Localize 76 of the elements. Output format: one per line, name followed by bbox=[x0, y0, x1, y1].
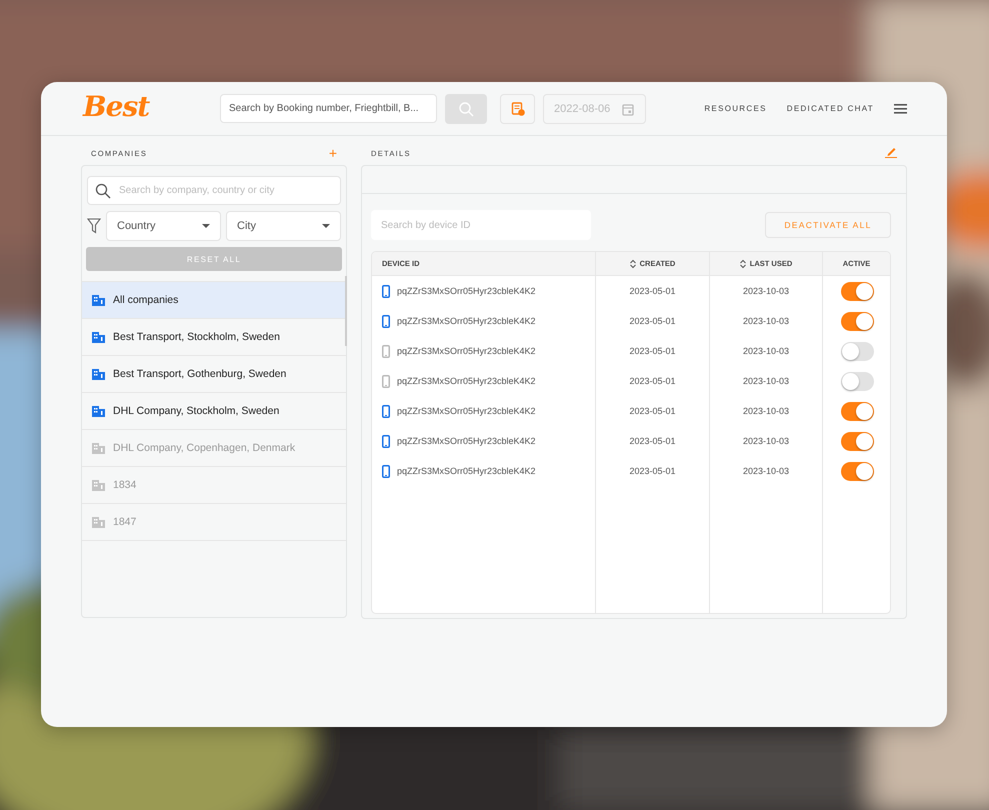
table-cell: pqZZrS3MxSOrr05Hyr23cbleK4K2 bbox=[397, 436, 536, 446]
phone-icon bbox=[382, 434, 390, 448]
sort-icon bbox=[740, 258, 746, 268]
calendar-icon bbox=[622, 102, 634, 116]
company-name: Best Transport, Gothenburg, Sweden bbox=[113, 368, 286, 380]
table-cell: 2023-05-01 bbox=[596, 306, 710, 336]
building-icon bbox=[92, 368, 105, 380]
caret-icon bbox=[202, 224, 210, 228]
report-button[interactable] bbox=[500, 94, 535, 124]
company-item[interactable]: All companies bbox=[82, 282, 346, 319]
date-field[interactable]: 2022-08-06 bbox=[543, 94, 646, 124]
toggle-switch[interactable] bbox=[840, 282, 874, 300]
table-cell: pqZZrS3MxSOrr05Hyr23cbleK4K2 bbox=[397, 466, 536, 476]
building-icon bbox=[92, 479, 105, 491]
edit-button[interactable] bbox=[885, 146, 897, 160]
logo: Best bbox=[83, 90, 151, 123]
building-icon bbox=[92, 516, 105, 528]
nav-link[interactable]: RESOURCES bbox=[704, 104, 767, 113]
phone-icon bbox=[382, 374, 390, 388]
building-icon bbox=[92, 294, 105, 306]
company-name: Best Transport, Stockholm, Sweden bbox=[113, 331, 280, 343]
dropdown-label: City bbox=[237, 220, 256, 232]
building-icon bbox=[92, 331, 105, 343]
table-cell: 2023-10-03 bbox=[710, 366, 823, 396]
table-cell: 2023-05-01 bbox=[596, 456, 710, 486]
toggle-switch[interactable] bbox=[840, 402, 874, 420]
search-icon bbox=[458, 100, 474, 116]
toggle-switch[interactable] bbox=[840, 372, 874, 390]
company-item[interactable]: Best Transport, Gothenburg, Sweden bbox=[82, 356, 346, 393]
toggle-switch[interactable] bbox=[840, 432, 874, 450]
table-cell: 2023-10-03 bbox=[710, 306, 823, 336]
dropdown-label: Country bbox=[117, 220, 156, 232]
company-name: 1847 bbox=[113, 516, 136, 528]
table-cell: pqZZrS3MxSOrr05Hyr23cbleK4K2 bbox=[397, 406, 536, 416]
table-cell: pqZZrS3MxSOrr05Hyr23cbleK4K2 bbox=[397, 286, 536, 296]
table-cell: 2023-10-03 bbox=[710, 456, 823, 486]
table-cell: 2023-10-03 bbox=[710, 426, 823, 456]
dropdown[interactable]: City bbox=[226, 211, 341, 241]
dropdown[interactable]: Country bbox=[106, 211, 221, 241]
table-cell: 2023-05-01 bbox=[596, 276, 710, 306]
document-clock-icon bbox=[510, 102, 524, 116]
building-icon bbox=[92, 405, 105, 417]
phone-icon bbox=[382, 284, 390, 298]
table-cell: pqZZrS3MxSOrr05Hyr23cbleK4K2 bbox=[397, 316, 536, 326]
company-name: DHL Company, Stockholm, Sweden bbox=[113, 405, 280, 417]
table-cell: 2023-05-01 bbox=[596, 426, 710, 456]
table-cell: 2023-10-03 bbox=[710, 336, 823, 366]
sort-icon bbox=[630, 258, 636, 268]
toggle-switch[interactable] bbox=[840, 342, 874, 360]
scrollbar bbox=[345, 276, 347, 346]
pencil-icon bbox=[885, 146, 897, 158]
company-item[interactable]: DHL Company, Stockholm, Sweden bbox=[82, 393, 346, 430]
menu-icon bbox=[894, 104, 907, 114]
company-name: 1834 bbox=[113, 479, 136, 491]
search-field[interactable]: Search by Booking number, Frieghtbill, B... bbox=[220, 94, 437, 123]
table-cell: 2023-05-01 bbox=[596, 366, 710, 396]
caret-icon bbox=[322, 224, 330, 228]
company-name: DHL Company, Copenhagen, Denmark bbox=[113, 442, 296, 454]
table-cell: 2023-05-01 bbox=[596, 396, 710, 426]
toggle-switch[interactable] bbox=[840, 462, 874, 480]
phone-icon bbox=[382, 464, 390, 478]
toggle-switch[interactable] bbox=[840, 312, 874, 330]
filter-icon bbox=[87, 218, 101, 234]
search-field[interactable]: Search by company, country or city bbox=[87, 176, 341, 205]
nav-link[interactable]: DEDICATED CHAT bbox=[786, 104, 874, 113]
company-name: All companies bbox=[113, 294, 178, 306]
table-cell: pqZZrS3MxSOrr05Hyr23cbleK4K2 bbox=[397, 376, 536, 386]
table-cell: 2023-10-03 bbox=[710, 396, 823, 426]
table-cell: 2023-05-01 bbox=[596, 336, 710, 366]
phone-icon bbox=[382, 344, 390, 358]
phone-icon bbox=[382, 404, 390, 418]
table-cell: 2023-10-03 bbox=[710, 276, 823, 306]
building-icon bbox=[92, 442, 105, 454]
phone-icon bbox=[382, 314, 390, 328]
search-field[interactable]: Search by device ID bbox=[371, 210, 591, 240]
table-cell: pqZZrS3MxSOrr05Hyr23cbleK4K2 bbox=[397, 346, 536, 356]
